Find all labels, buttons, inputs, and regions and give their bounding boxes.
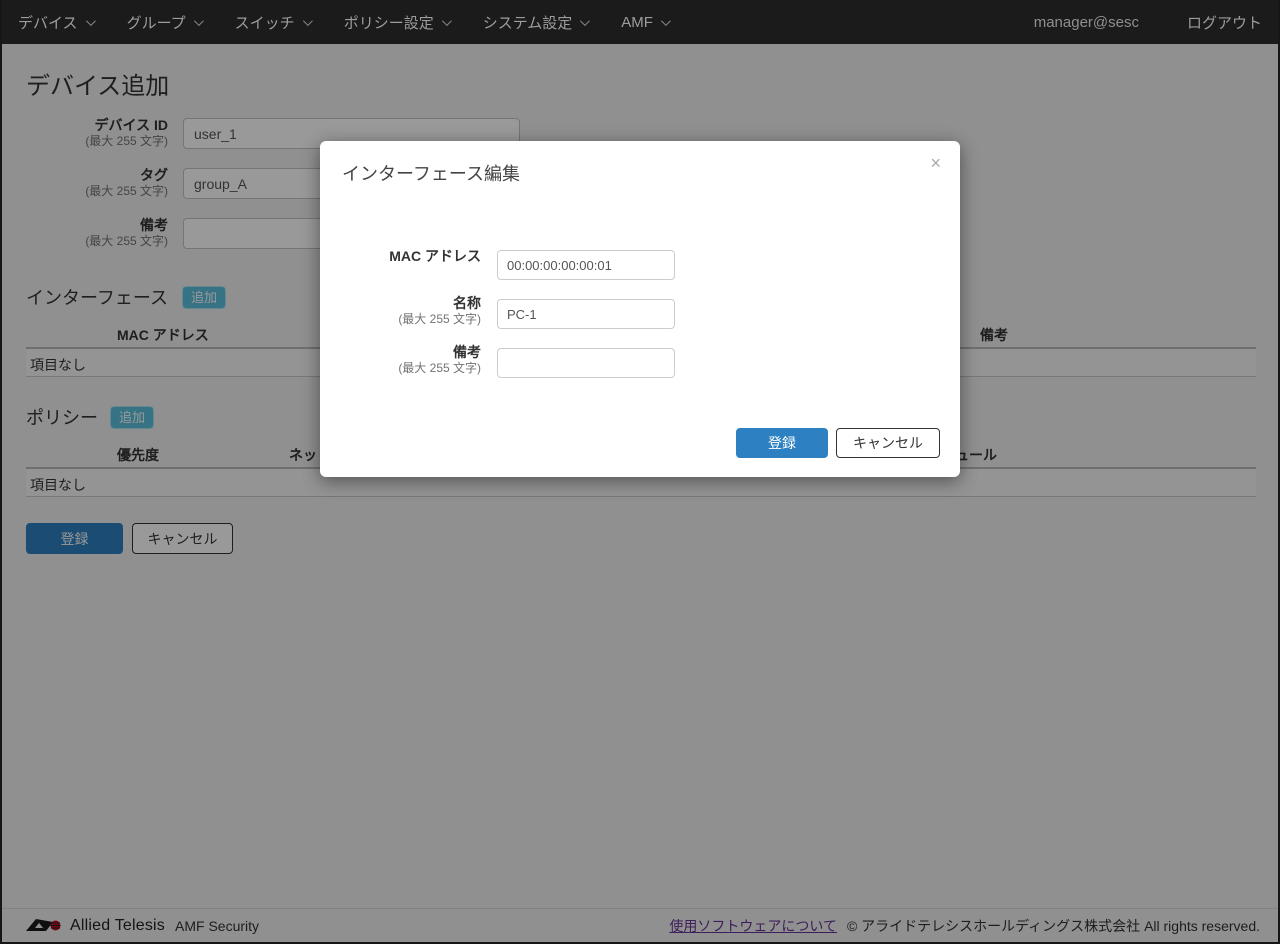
- interface-edit-dialog: インターフェース編集 × MAC アドレス 名称 (最大 255 文字) 備考 …: [320, 141, 960, 477]
- dialog-submit-button[interactable]: 登録: [736, 428, 828, 458]
- chevron-down-icon: [194, 16, 204, 26]
- logout-button[interactable]: ログアウト: [1187, 12, 1262, 33]
- chevron-down-icon: [442, 16, 452, 26]
- chevron-down-icon: [303, 16, 313, 26]
- field-label: 名称: [321, 295, 481, 312]
- nav-item-label: ポリシー設定: [344, 12, 434, 33]
- nav-item-label: AMF: [621, 14, 653, 31]
- field-label: MAC アドレス: [321, 248, 481, 265]
- dialog-title: インターフェース編集: [342, 160, 520, 186]
- nav-item-label: グループ: [127, 12, 186, 33]
- chevron-down-icon: [661, 16, 671, 26]
- nav-item-label: システム設定: [483, 12, 573, 33]
- nav-item-switches[interactable]: スイッチ: [235, 12, 310, 33]
- nav-item-policy-settings[interactable]: ポリシー設定: [344, 12, 449, 33]
- nav-item-system-settings[interactable]: システム設定: [483, 12, 588, 33]
- chevron-down-icon: [86, 16, 96, 26]
- top-navbar: デバイス グループ スイッチ ポリシー設定 システム設定 AMF: [0, 0, 1280, 44]
- app-window: デバイス グループ スイッチ ポリシー設定 システム設定 AMF: [0, 0, 1280, 944]
- field-hint: (最大 255 文字): [321, 312, 481, 327]
- field-label: 備考: [321, 344, 481, 361]
- modal-note-label: 備考 (最大 255 文字): [321, 344, 481, 376]
- nav-item-devices[interactable]: デバイス: [18, 12, 93, 33]
- nav-item-amf[interactable]: AMF: [621, 14, 668, 31]
- nav-item-label: デバイス: [18, 12, 78, 33]
- chevron-down-icon: [580, 16, 590, 26]
- nav-right: manager@sesc ログアウト: [1034, 12, 1262, 33]
- close-icon[interactable]: ×: [930, 154, 941, 172]
- name-label: 名称 (最大 255 文字): [321, 295, 481, 327]
- logged-in-account: manager@sesc: [1034, 14, 1139, 31]
- dialog-cancel-button[interactable]: キャンセル: [836, 428, 940, 458]
- field-hint: (最大 255 文字): [321, 361, 481, 376]
- mac-address-label: MAC アドレス: [321, 248, 481, 265]
- modal-note-input[interactable]: [497, 348, 675, 378]
- nav-item-groups[interactable]: グループ: [127, 12, 201, 33]
- name-input[interactable]: [497, 299, 675, 329]
- nav-item-label: スイッチ: [235, 12, 295, 33]
- nav-menu: デバイス グループ スイッチ ポリシー設定 システム設定 AMF: [18, 12, 668, 33]
- mac-address-input[interactable]: [497, 250, 675, 280]
